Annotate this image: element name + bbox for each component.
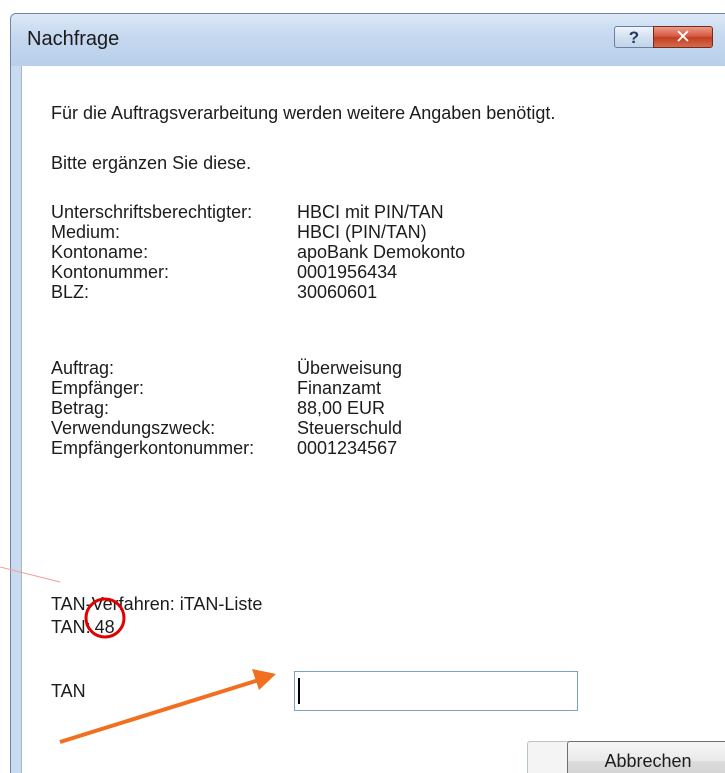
info-row: Kontoname: apoBank Demokonto — [51, 242, 465, 262]
title-bar[interactable]: Nachfrage ? ✕ — [11, 14, 725, 66]
tan-input[interactable] — [294, 671, 578, 711]
info-label: Verwendungszweck: — [51, 418, 216, 438]
instruction-text: Bitte ergänzen Sie diese. — [51, 153, 252, 173]
info-label: Medium: — [51, 222, 121, 242]
tan-method-text: TAN-Verfahren: iTAN-Liste — [51, 594, 263, 614]
intro-text: Für die Auftragsverarbeitung werden weit… — [51, 103, 556, 123]
info-row: Medium: HBCI (PIN/TAN) — [51, 222, 465, 242]
info-value: apoBank Demokonto — [297, 242, 466, 262]
tan-index-label: TAN: — [51, 617, 91, 637]
info-value: Steuerschuld — [297, 418, 403, 438]
close-button[interactable]: ✕ — [653, 26, 713, 48]
info-label: BLZ: — [51, 282, 90, 302]
tan-field-label: TAN — [51, 681, 86, 701]
tan-index-row: TAN: 48 — [51, 617, 115, 637]
info-row: Empfängerkontonummer: 0001234567 — [51, 438, 402, 458]
tan-index-number: 48 — [94, 617, 115, 637]
info-label: Auftrag: — [51, 358, 115, 378]
cancel-button[interactable]: Abbrechen — [567, 741, 725, 773]
info-value: HBCI (PIN/TAN) — [297, 222, 427, 242]
window-title: Nachfrage — [27, 28, 120, 50]
info-label: Empfänger: — [51, 378, 145, 398]
info-value: 0001956434 — [297, 262, 398, 282]
info-row: Unterschriftsberechtigter: HBCI mit PIN/… — [51, 202, 465, 222]
account-info: Unterschriftsberechtigter: HBCI mit PIN/… — [51, 202, 465, 302]
info-row: BLZ: 30060601 — [51, 282, 465, 302]
close-icon: ✕ — [675, 26, 691, 48]
info-row: Kontonummer: 0001956434 — [51, 262, 465, 282]
info-value: Überweisung — [297, 358, 403, 378]
text-cursor — [298, 678, 300, 704]
info-value: 30060601 — [297, 282, 378, 302]
order-info: Auftrag: Überweisung Empfänger: Finanzam… — [51, 358, 402, 458]
info-row: Auftrag: Überweisung — [51, 358, 402, 378]
info-row: Empfänger: Finanzamt — [51, 378, 402, 398]
info-row: Betrag: 88,00 EUR — [51, 398, 402, 418]
help-button[interactable]: ? — [614, 26, 654, 48]
info-row: Verwendungszweck: Steuerschuld — [51, 418, 402, 438]
dialog-body: Für die Auftragsverarbeitung werden weit… — [21, 66, 725, 773]
info-value: 88,00 EUR — [297, 398, 386, 418]
help-icon: ? — [628, 27, 640, 47]
info-label: Empfängerkontonummer: — [51, 438, 255, 458]
info-label: Betrag: — [51, 398, 110, 418]
info-label: Unterschriftsberechtigter: — [51, 202, 253, 222]
screenshot-stage: Nachfrage ? ✕ Für die Auftragsverarbeitu… — [0, 0, 725, 773]
info-value: 0001234567 — [297, 438, 398, 458]
info-label: Kontonummer: — [51, 262, 170, 282]
info-label: Kontoname: — [51, 242, 149, 262]
info-value: Finanzamt — [297, 378, 382, 398]
info-value: HBCI mit PIN/TAN — [297, 202, 444, 222]
nachfrage-dialog: Nachfrage ? ✕ Für die Auftragsverarbeitu… — [10, 13, 725, 773]
